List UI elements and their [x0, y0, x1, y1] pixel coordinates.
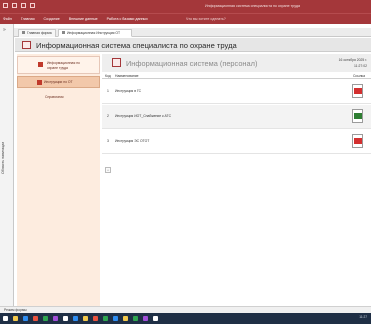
form-header: Информационная система специалиста по ох…	[15, 38, 371, 52]
ribbon-tabs: Файл Главная Создание Внешние данные Раб…	[3, 17, 148, 21]
customize-toolbar-icon[interactable]	[30, 3, 35, 8]
ribbon: Файл Главная Создание Внешние данные Раб…	[0, 13, 371, 24]
taskbar-app-icon[interactable]	[133, 316, 138, 321]
save-icon[interactable]	[3, 3, 8, 8]
quick-access-toolbar	[3, 3, 35, 8]
pdf-icon[interactable]	[352, 134, 363, 148]
column-header-link: Ссылка	[352, 74, 365, 78]
taskbar-app-icon[interactable]	[113, 316, 118, 321]
new-record-icon[interactable]: *	[105, 167, 111, 173]
taskbar-app-icon[interactable]	[93, 316, 98, 321]
tab-main-form[interactable]: Главная форма	[18, 29, 56, 37]
date-time: 16 октября 2025 г. 11:27:02	[339, 57, 367, 69]
redo-icon[interactable]	[21, 3, 26, 8]
taskbar-app-icon[interactable]	[83, 316, 88, 321]
taskbar-clock: 11:27	[359, 315, 367, 319]
windows-taskbar: 11:27	[0, 313, 371, 324]
taskbar-icons	[3, 316, 158, 321]
document-tabs: Главная форма Информационная Инструкция …	[14, 28, 371, 37]
status-bar: Режим формы	[0, 306, 371, 313]
table-row[interactable]: 1 Инструкция в ГС	[102, 80, 371, 104]
navigation-pane-label[interactable]: Область навигации	[1, 114, 5, 174]
table-row[interactable]: 3 Инструкция ЭС ОТОТ	[102, 130, 371, 154]
window-title: Информационная система специалиста по ох…	[205, 4, 301, 8]
taskbar-app-icon[interactable]	[43, 316, 48, 321]
pdf-icon[interactable]	[352, 84, 363, 98]
undo-icon[interactable]	[12, 3, 17, 8]
time-label: 11:27:02	[354, 64, 367, 69]
title-bar: Информационная система специалиста по ох…	[0, 0, 371, 13]
chevron-right-icon[interactable]: »	[3, 27, 6, 33]
taskbar-app-icon[interactable]	[73, 316, 78, 321]
form-icon	[62, 31, 65, 34]
main-form: Информационная система специалиста по ох…	[15, 38, 371, 306]
tab-instructions-form[interactable]: Информационная Инструкция ОТ	[58, 29, 132, 37]
subform-title: Информационная система (персонал)	[126, 59, 258, 68]
column-header-code: Код	[105, 74, 111, 78]
subform-icon	[112, 58, 121, 67]
taskbar-app-icon[interactable]	[33, 316, 38, 321]
tell-me-search[interactable]: Что вы хотите сделать?	[186, 17, 226, 21]
taskbar-app-icon[interactable]	[153, 316, 158, 321]
table-header: Код Наименование Ссылка	[102, 73, 371, 79]
taskbar-app-icon[interactable]	[123, 316, 128, 321]
excel-icon[interactable]	[352, 109, 363, 123]
nav-button-instructions[interactable]: Инструкции по ОТ	[17, 76, 100, 88]
subform-content: Информационная система (персонал) 16 окт…	[102, 54, 371, 306]
ribbon-tab-home[interactable]: Главная	[21, 17, 35, 21]
nav-button-info[interactable]: Информационная по охране труда	[17, 56, 100, 74]
taskbar-app-icon[interactable]	[23, 316, 28, 321]
ribbon-tab-file[interactable]: Файл	[3, 17, 12, 21]
taskbar-app-icon[interactable]	[13, 316, 18, 321]
ribbon-tab-database-tools[interactable]: Работа с базами данных	[107, 17, 148, 21]
book-icon	[38, 62, 43, 67]
nav-button-reference[interactable]: Справочник	[17, 91, 100, 103]
ribbon-tab-external-data[interactable]: Внешние данные	[69, 17, 98, 21]
navigation-pane: » Область навигации	[0, 24, 14, 306]
taskbar-app-icon[interactable]	[63, 316, 68, 321]
taskbar-app-icon[interactable]	[143, 316, 148, 321]
subform-header: Информационная система (персонал) 16 окт…	[102, 54, 371, 72]
column-header-name: Наименование	[115, 74, 139, 78]
taskbar-app-icon[interactable]	[53, 316, 58, 321]
form-header-title: Информационная система специалиста по ох…	[36, 41, 237, 50]
status-text: Режим формы	[4, 308, 27, 312]
form-header-icon	[22, 41, 31, 49]
new-record-row[interactable]: *	[102, 167, 371, 175]
taskbar-app-icon[interactable]	[103, 316, 108, 321]
windows-start-icon[interactable]	[3, 316, 8, 321]
document-icon	[37, 80, 42, 85]
left-navigation: Информационная по охране труда Инструкци…	[17, 54, 100, 306]
table-row[interactable]: 2 Инструкция ИОТ_Снабжение к АТС	[102, 105, 371, 129]
form-icon	[22, 31, 25, 34]
ribbon-tab-create[interactable]: Создание	[44, 17, 60, 21]
